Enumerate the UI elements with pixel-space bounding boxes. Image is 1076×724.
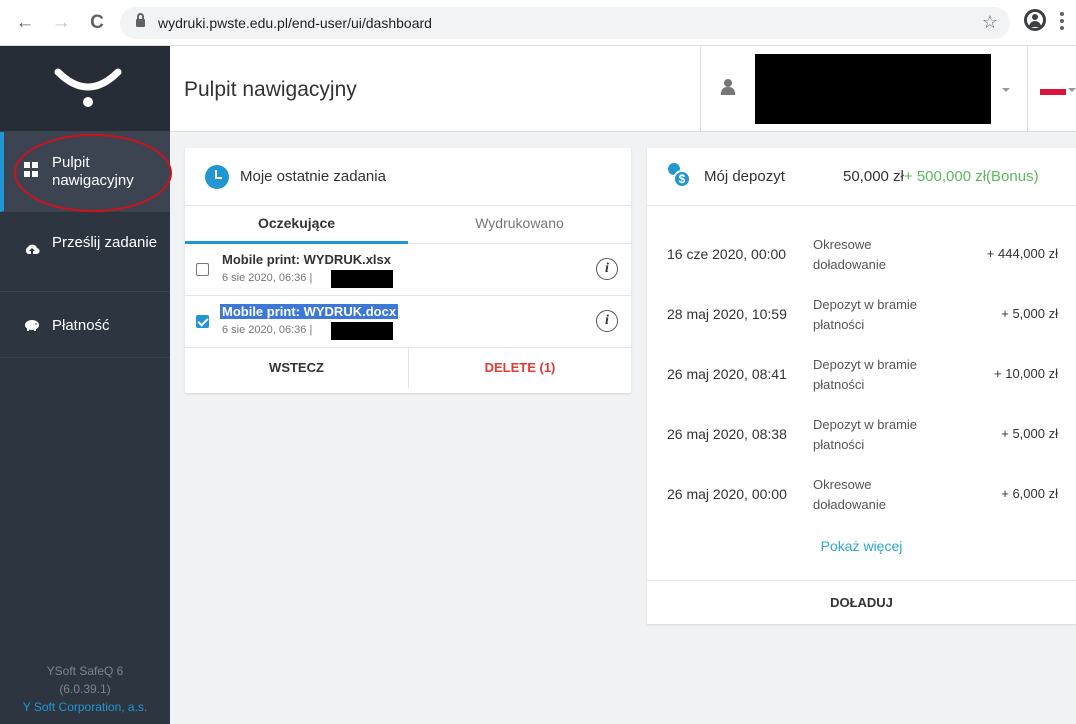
user-icon [721, 79, 735, 95]
balance-amount: 50,000 zł [843, 168, 904, 185]
back-icon[interactable]: ← [12, 10, 38, 36]
transaction-description: Depozyt w bramie płatności [813, 297, 918, 332]
job-row[interactable]: Mobile print: WYDRUK.docx 6 sie 2020, 06… [185, 296, 631, 348]
transaction-amount: + 444,000 zł [986, 246, 1058, 261]
job-tabs: Oczekujące Wydrukowano [185, 206, 631, 244]
top-up-button[interactable]: DOŁADUJ [647, 580, 1076, 624]
transaction-row: 26 maj 2020, 08:41 Depozyt w bramie płat… [647, 346, 1076, 406]
transaction-amount: + 6,000 zł [1001, 486, 1058, 501]
job-actions: WSTECZ DELETE (1) [185, 348, 631, 388]
card-header: Moje ostatnie zadania [185, 148, 631, 206]
redacted-username [755, 54, 991, 124]
info-icon[interactable]: i [596, 310, 618, 332]
job-meta: 6 sie 2020, 06:36 | [222, 324, 313, 336]
dashboard-grid-icon [24, 162, 40, 178]
deposit-card: $ Mój depozyt 50,000 zł+ 500,000 zł(Bonu… [647, 148, 1076, 624]
card-title: Moje ostatnie zadania [240, 168, 386, 185]
job-row[interactable]: Mobile print: WYDRUK.xlsx 6 sie 2020, 06… [185, 244, 631, 296]
transaction-date: 26 maj 2020, 00:00 [667, 486, 787, 502]
transaction-date: 26 maj 2020, 08:41 [667, 366, 787, 382]
transaction-list: 16 cze 2020, 00:00 Okresowe doładowanie … [647, 206, 1076, 561]
deposit-balance: 50,000 zł+ 500,000 zł(Bonus) [843, 168, 1039, 185]
transaction-row: 26 maj 2020, 08:38 Depozyt w bramie płat… [647, 406, 1076, 466]
product-info: YSoft SafeQ 6 (6.0.39.1) Y Soft Corporat… [0, 662, 170, 716]
job-checkbox[interactable] [196, 263, 209, 276]
browser-toolbar: ← → C wydruki.pwste.edu.pl/end-user/ui/d… [0, 0, 1076, 46]
chevron-down-icon [1002, 88, 1010, 92]
transaction-row: 26 maj 2020, 00:00 Okresowe doładowanie … [647, 466, 1076, 526]
reload-icon[interactable]: C [84, 10, 110, 36]
company-link[interactable]: Y Soft Corporation, a.s. [0, 698, 170, 716]
coins-icon: $ [668, 163, 691, 189]
card-header: $ Mój depozyt 50,000 zł+ 500,000 zł(Bonu… [647, 148, 1076, 206]
piggy-bank-icon [25, 320, 39, 331]
page-title: Pulpit nawigacyjny [184, 78, 357, 101]
language-flag-icon[interactable] [1040, 89, 1066, 95]
browser-menu-icon[interactable] [1060, 12, 1066, 32]
sidebar-item-label: Płatność [52, 317, 110, 334]
address-bar[interactable]: wydruki.pwste.edu.pl/end-user/ui/dashboa… [120, 7, 1010, 39]
back-button[interactable]: WSTECZ [185, 348, 408, 388]
profile-avatar-icon[interactable] [1024, 9, 1050, 35]
job-checkbox[interactable] [196, 315, 209, 328]
page-header: Pulpit nawigacyjny [170, 46, 1076, 132]
tab-printed[interactable]: Wydrukowano [408, 206, 631, 244]
clock-icon [205, 165, 229, 189]
show-more-link[interactable]: Pokaż więcej [647, 538, 1076, 554]
redacted-info [331, 322, 393, 340]
transaction-row: 28 maj 2020, 10:59 Depozyt w bramie płat… [647, 286, 1076, 346]
ysoft-logo-icon [54, 68, 122, 107]
transaction-description: Okresowe doładowanie [813, 477, 887, 512]
transaction-description: Depozyt w bramie płatności [813, 357, 918, 392]
upload-icon [25, 244, 40, 255]
transaction-amount: + 10,000 zł [994, 366, 1058, 381]
logo[interactable] [0, 46, 170, 132]
product-version: (6.0.39.1) [59, 682, 111, 696]
sidebar: Pulpit nawigacyjny Prześlij zadanie Płat… [0, 46, 170, 724]
job-name: Mobile print: WYDRUK.xlsx [222, 252, 392, 267]
job-name: Mobile print: WYDRUK.docx [220, 304, 399, 319]
sidebar-item-dashboard[interactable]: Pulpit nawigacyjny [0, 132, 170, 212]
transaction-description: Okresowe doładowanie [813, 237, 887, 272]
sidebar-item-label: Pulpit nawigacyjny [52, 154, 134, 189]
sidebar-item-upload-job[interactable]: Prześlij zadanie [0, 212, 170, 292]
transaction-date: 28 maj 2020, 10:59 [667, 306, 787, 322]
product-name: YSoft SafeQ 6 [46, 664, 124, 678]
transaction-row: 16 cze 2020, 00:00 Okresowe doładowanie … [647, 226, 1076, 286]
bookmark-star-icon[interactable]: ☆ [982, 12, 998, 33]
lock-icon [136, 13, 145, 29]
language-chevron-down-icon[interactable] [1068, 88, 1076, 92]
transaction-amount: + 5,000 zł [1001, 426, 1058, 441]
bonus-amount: + 500,000 zł(Bonus) [903, 168, 1039, 185]
forward-icon[interactable]: → [48, 10, 74, 36]
url-text[interactable]: wydruki.pwste.edu.pl/end-user/ui/dashboa… [158, 15, 432, 31]
sidebar-item-label: Prześlij zadanie [52, 234, 158, 251]
info-icon[interactable]: i [596, 258, 618, 280]
recent-jobs-card: Moje ostatnie zadania Oczekujące Wydruko… [185, 148, 631, 393]
tab-pending[interactable]: Oczekujące [185, 206, 408, 244]
redacted-info [331, 270, 393, 288]
sidebar-item-payment[interactable]: Płatność [0, 292, 170, 358]
transaction-description: Depozyt w bramie płatności [813, 417, 918, 452]
transaction-date: 26 maj 2020, 08:38 [667, 426, 787, 442]
user-menu[interactable] [700, 46, 1028, 132]
delete-button[interactable]: DELETE (1) [408, 348, 631, 388]
job-meta: 6 sie 2020, 06:36 | [222, 272, 313, 284]
transaction-date: 16 cze 2020, 00:00 [667, 246, 787, 262]
transaction-amount: + 5,000 zł [1001, 306, 1058, 321]
card-title: Mój depozyt [704, 168, 785, 185]
